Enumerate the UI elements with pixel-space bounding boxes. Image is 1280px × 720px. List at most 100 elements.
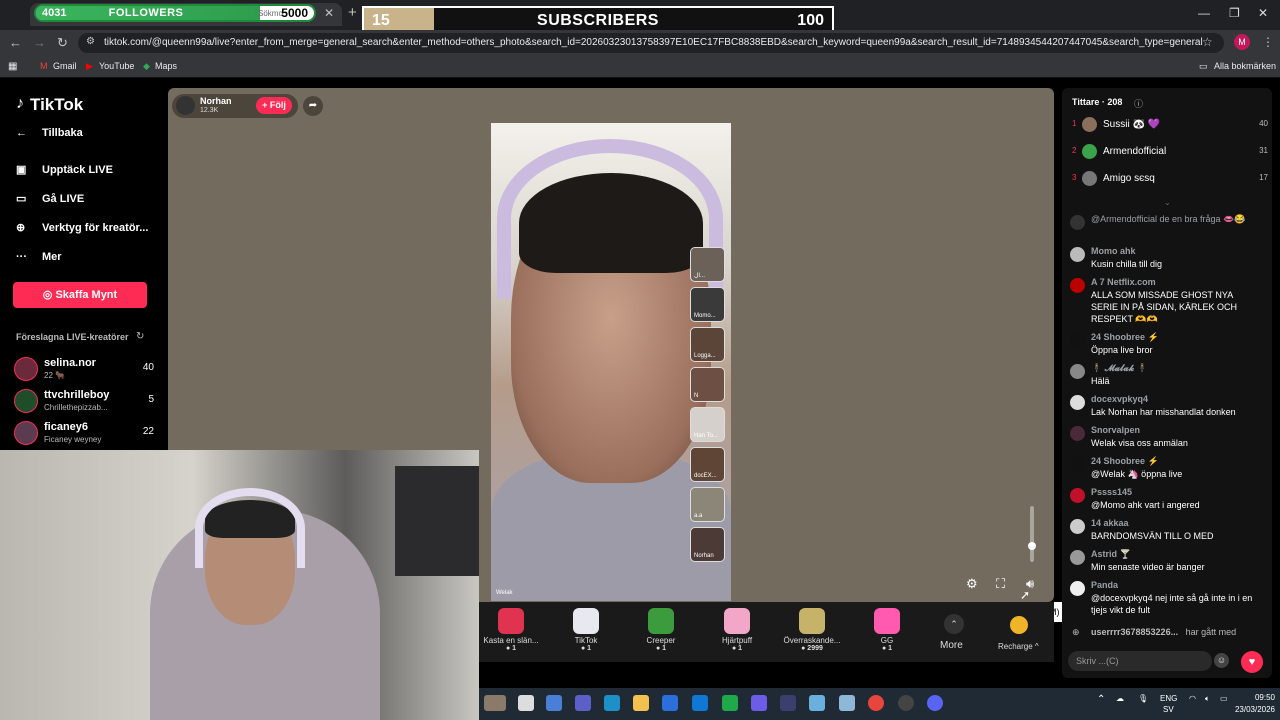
chat-username[interactable]: 14 akkaa bbox=[1091, 518, 1129, 528]
guest-tile[interactable]: Momo... bbox=[690, 287, 725, 322]
speaker-icon[interactable]: 🔈︎ bbox=[1205, 694, 1210, 704]
get-coins-button[interactable]: ◎ Skaffa Mynt bbox=[13, 282, 147, 308]
guest-tile[interactable]: a.a bbox=[690, 487, 725, 522]
top-viewer-row[interactable]: 2 Armendofficial 31 bbox=[1072, 144, 1268, 162]
chat-username[interactable]: A 7 Netflix.com bbox=[1091, 277, 1156, 287]
forward-arrow-icon[interactable]: → bbox=[33, 35, 46, 50]
photos-icon[interactable] bbox=[809, 695, 825, 711]
heart-icon[interactable]: ♥ bbox=[1241, 651, 1263, 673]
host-avatar[interactable] bbox=[176, 96, 195, 115]
settings-icon[interactable]: ⚙ bbox=[966, 576, 978, 592]
gift-item[interactable]: TikTok ● 1 bbox=[551, 608, 621, 652]
apps-grid-icon[interactable]: ▦ bbox=[8, 61, 17, 72]
discord-icon[interactable] bbox=[927, 695, 943, 711]
guest-tile[interactable]: Logga... bbox=[690, 327, 725, 362]
fullscreen-icon[interactable]: ⛶ bbox=[996, 576, 1005, 592]
suggested-creator[interactable]: ttvchrilleboy Chrillethepizzab... 5 bbox=[14, 389, 154, 415]
chat-username[interactable]: Pssss145 bbox=[1091, 487, 1132, 497]
back-arrow-icon[interactable]: ← bbox=[9, 35, 22, 50]
host-name[interactable]: Norhan bbox=[200, 96, 232, 106]
chat-username[interactable]: Snorvalpen bbox=[1091, 425, 1140, 435]
teams-icon[interactable] bbox=[575, 695, 591, 711]
chat-username[interactable]: 🕴 𝓜𝓪𝓵𝓪𝓴 🕴 bbox=[1091, 363, 1148, 374]
region-indicator[interactable]: SV bbox=[1163, 705, 1174, 714]
guest-tile[interactable]: Norhan bbox=[690, 527, 725, 562]
guest-tile[interactable]: ال... bbox=[690, 247, 725, 282]
reload-icon[interactable]: ↻ bbox=[57, 35, 68, 51]
chat-username[interactable]: Panda bbox=[1091, 580, 1118, 590]
suggested-creator[interactable]: selina.nor 22 🐂 40 bbox=[14, 357, 154, 383]
recharge-button[interactable]: Recharge ^ bbox=[998, 642, 1039, 651]
minimize-icon[interactable]: — bbox=[1198, 6, 1210, 20]
bookmark-maps[interactable]: Maps bbox=[155, 61, 177, 71]
new-tab-icon[interactable]: + bbox=[348, 4, 357, 21]
chat-input-placeholder[interactable]: Skriv ...(C) bbox=[1076, 656, 1119, 666]
sidebar-item-creator-tools[interactable]: ⊕ Verktyg för kreatör... bbox=[16, 221, 148, 234]
info-icon[interactable]: ⓘ bbox=[1134, 97, 1143, 110]
edge-icon[interactable] bbox=[604, 695, 620, 711]
widgets-icon[interactable] bbox=[484, 695, 506, 711]
top-viewer-row[interactable]: 1 Sussii 🐼 💜 40 bbox=[1072, 117, 1268, 135]
chat-username[interactable]: Momo ahk bbox=[1091, 246, 1136, 256]
gift-item[interactable]: GG ● 1 bbox=[852, 608, 922, 652]
chrome-icon[interactable] bbox=[868, 695, 884, 711]
sidebar-item-go-live[interactable]: ▭ Gå LIVE bbox=[16, 192, 84, 205]
more-gifts-button[interactable]: More bbox=[940, 640, 963, 651]
wifi-icon[interactable]: ◠ bbox=[1189, 694, 1196, 703]
gift-item[interactable]: Hjärtpuff ● 1 bbox=[702, 608, 772, 652]
guest-tile[interactable]: N bbox=[690, 367, 725, 402]
share-icon[interactable]: ➦ bbox=[303, 96, 323, 116]
vpn-icon[interactable] bbox=[722, 695, 738, 711]
refresh-icon[interactable]: ↻ bbox=[136, 331, 144, 342]
window-close-icon[interactable]: ✕ bbox=[1258, 6, 1268, 20]
m365-icon[interactable] bbox=[751, 695, 767, 711]
task-view-icon[interactable] bbox=[518, 695, 534, 711]
file-explorer-icon[interactable] bbox=[633, 695, 649, 711]
tiktok-logo-text[interactable]: TikTok bbox=[30, 95, 83, 115]
app-icon[interactable] bbox=[780, 695, 796, 711]
bookmark-gmail[interactable]: Gmail bbox=[53, 61, 77, 71]
url-text[interactable]: tiktok.com/@queenn99a/live?enter_from_me… bbox=[104, 37, 1204, 48]
guest-tile[interactable]: Han To... bbox=[690, 407, 725, 442]
site-info-icon[interactable]: ⚙ bbox=[86, 36, 95, 47]
language-indicator[interactable]: ENG bbox=[1160, 694, 1177, 703]
back-link[interactable]: ← Tillbaka bbox=[16, 127, 83, 139]
emoji-icon[interactable]: ☺ bbox=[1214, 653, 1229, 668]
close-tab-icon[interactable]: ✕ bbox=[324, 6, 334, 20]
store-icon[interactable] bbox=[662, 695, 678, 711]
chevron-up-icon[interactable]: ⌃ bbox=[944, 614, 964, 634]
chevron-up-icon[interactable]: ⌃ bbox=[1097, 694, 1105, 705]
clock-date[interactable]: 23/03/2026 bbox=[1230, 705, 1275, 714]
snip-icon[interactable] bbox=[839, 695, 855, 711]
restore-icon[interactable]: ❐ bbox=[1229, 6, 1240, 20]
chat-username[interactable]: 24 Shoobree ⚡ bbox=[1091, 332, 1159, 343]
sidebar-item-discover-live[interactable]: ▣ Upptäck LIVE bbox=[16, 163, 113, 176]
profile-avatar[interactable]: M bbox=[1234, 34, 1250, 50]
chat-username[interactable]: docexvpkyq4 bbox=[1091, 394, 1148, 404]
follow-button[interactable]: + Följ bbox=[256, 97, 292, 114]
microphone-icon[interactable]: 🎙︎ bbox=[1138, 694, 1148, 703]
gift-item[interactable]: Creeper ● 1 bbox=[626, 608, 696, 652]
outlook-icon[interactable] bbox=[692, 695, 708, 711]
bookmark-star-icon[interactable]: ☆ bbox=[1202, 35, 1213, 49]
sidebar-item-more[interactable]: ··· Mer bbox=[16, 251, 62, 263]
chat-username[interactable]: 24 Shoobree ⚡ bbox=[1091, 456, 1159, 467]
volume-slider[interactable] bbox=[1030, 506, 1034, 562]
gift-item[interactable]: Överraskande... ● 2999 bbox=[777, 608, 847, 652]
volume-slider-handle[interactable] bbox=[1028, 542, 1036, 550]
top-viewer-row[interactable]: 3 Amigo ѕєѕq 17 bbox=[1072, 171, 1268, 189]
obs-icon[interactable] bbox=[898, 695, 914, 711]
joined-user[interactable]: userrrr3678853226... bbox=[1091, 627, 1178, 637]
menu-dots-icon[interactable]: ⋮ bbox=[1262, 35, 1274, 49]
gift-item[interactable]: Kasta en slän... ● 1 bbox=[476, 608, 546, 652]
chevron-down-icon[interactable]: ⌄ bbox=[1164, 198, 1171, 207]
bookmark-youtube[interactable]: YouTube bbox=[99, 61, 134, 71]
chat-username[interactable]: Astrid 🍸 bbox=[1091, 549, 1131, 560]
suggested-creator[interactable]: ficaney6 Ficaney weyney 22 bbox=[14, 421, 154, 447]
copilot-icon[interactable] bbox=[546, 695, 562, 711]
guest-tile[interactable]: docEX... bbox=[690, 447, 725, 482]
clock-time[interactable]: 09:50 bbox=[1247, 693, 1275, 702]
cloud-icon[interactable]: ☁ bbox=[1116, 694, 1124, 703]
battery-icon[interactable]: ▭ bbox=[1220, 694, 1228, 703]
all-bookmarks[interactable]: Alla bokmärken bbox=[1214, 61, 1276, 71]
